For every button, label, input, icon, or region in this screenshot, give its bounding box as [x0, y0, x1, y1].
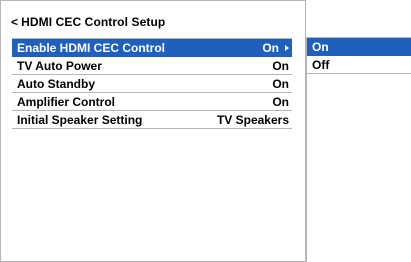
options-dropdown: On Off — [306, 37, 411, 262]
menu-item-auto-standby[interactable]: Auto Standby On — [12, 75, 292, 93]
option-off[interactable]: Off — [307, 56, 411, 74]
menu-item-label: Amplifier Control — [17, 94, 115, 109]
menu-item-tv-auto-power[interactable]: TV Auto Power On — [12, 57, 292, 75]
settings-menu-panel: < HDMI CEC Control Setup Enable HDMI CEC … — [0, 0, 306, 262]
back-arrow-icon[interactable]: < — [11, 15, 18, 29]
menu-item-enable-hdmi-cec-control[interactable]: Enable HDMI CEC Control On — [12, 39, 292, 57]
menu-item-value: On — [262, 40, 279, 55]
menu-item-value: TV Speakers — [216, 112, 289, 127]
option-on[interactable]: On — [307, 38, 411, 56]
menu-item-value: On — [272, 58, 289, 73]
triangle-right-icon — [285, 44, 289, 51]
settings-list: Enable HDMI CEC Control On TV Auto Power… — [12, 38, 292, 129]
menu-item-label: Initial Speaker Setting — [17, 112, 143, 127]
menu-item-value: On — [272, 94, 289, 109]
menu-item-label: Auto Standby — [17, 76, 95, 91]
menu-item-label: TV Auto Power — [17, 58, 102, 73]
menu-item-amplifier-control[interactable]: Amplifier Control On — [12, 93, 292, 111]
menu-item-value: On — [272, 76, 289, 91]
menu-item-initial-speaker-setting[interactable]: Initial Speaker Setting TV Speakers — [12, 111, 292, 129]
page-title-text: HDMI CEC Control Setup — [21, 15, 166, 29]
menu-item-label: Enable HDMI CEC Control — [17, 40, 166, 55]
page-title[interactable]: < HDMI CEC Control Setup — [11, 15, 165, 29]
